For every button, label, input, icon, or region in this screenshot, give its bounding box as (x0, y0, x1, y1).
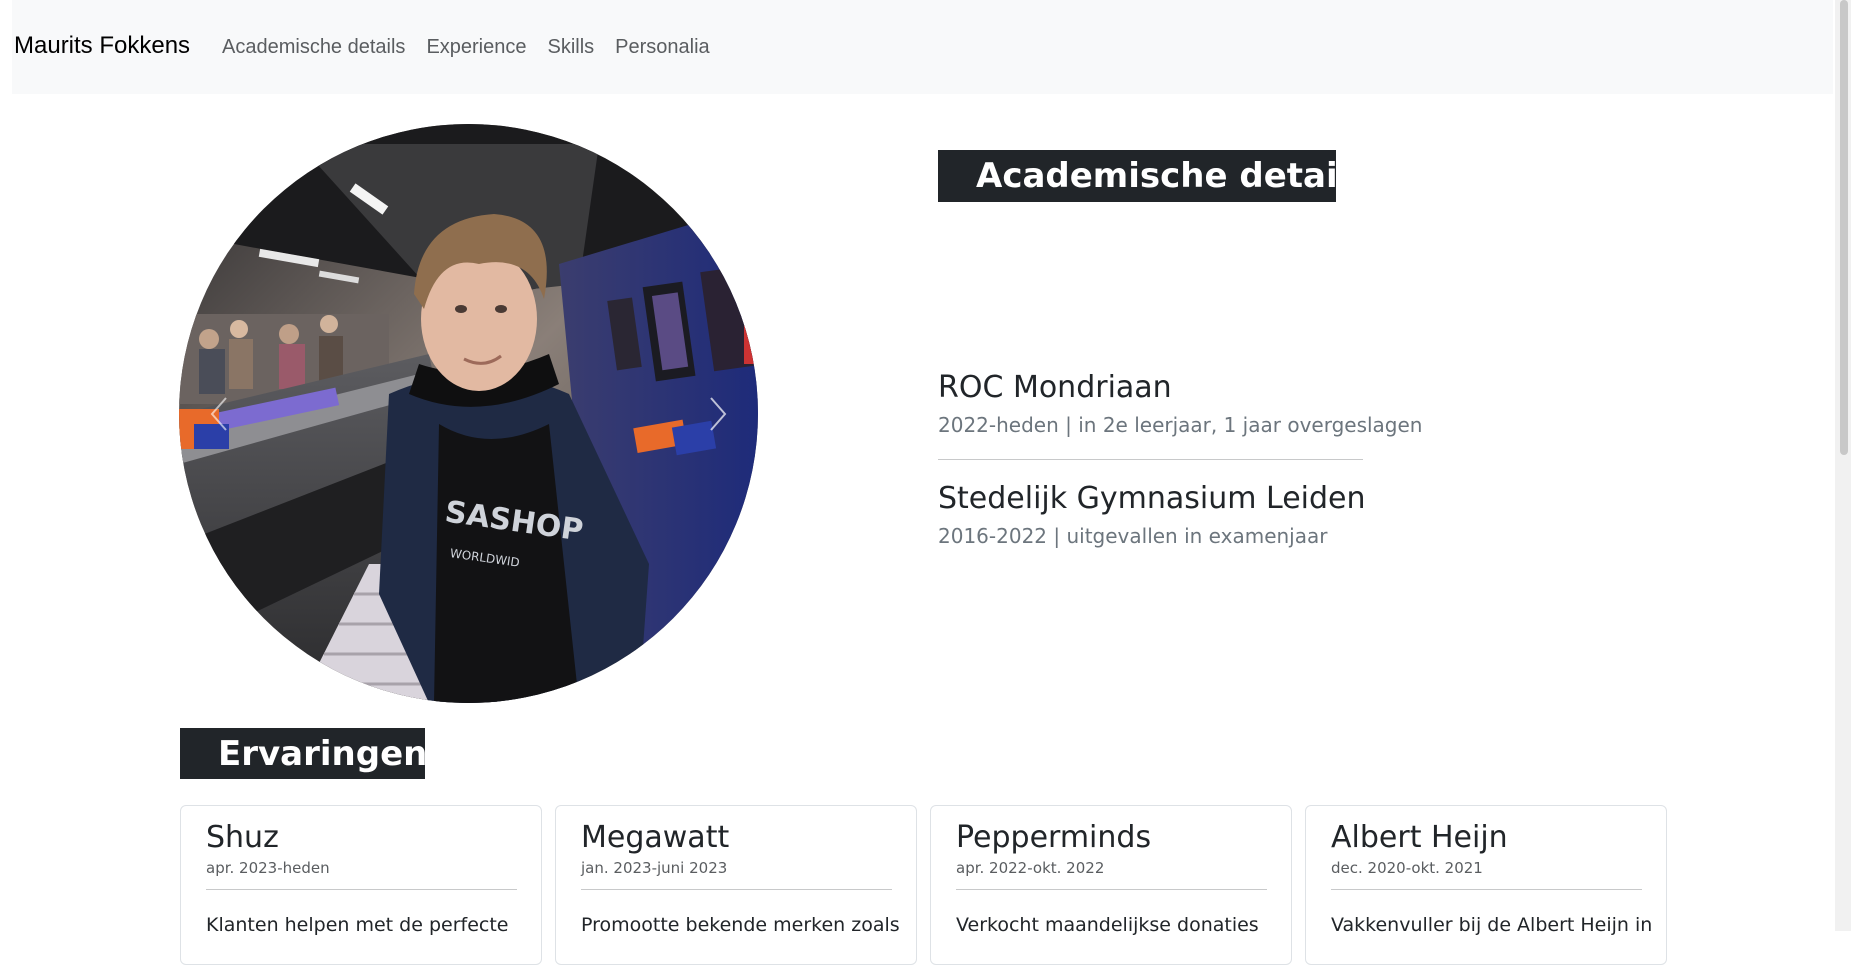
card-divider (206, 889, 517, 890)
education-item: Stedelijk Gymnasium Leiden 2016-2022 | u… (938, 481, 1366, 548)
nav-link-experience[interactable]: Experience (426, 36, 526, 59)
scrollbar-thumb[interactable] (1840, 0, 1848, 455)
experience-card: Shuz apr. 2023-heden Klanten helpen met … (180, 805, 542, 965)
carousel-next-button[interactable] (688, 374, 748, 454)
experience-card: Megawatt jan. 2023-juni 2023 Promootte b… (555, 805, 917, 965)
card-title: Pepperminds (956, 820, 1152, 855)
card-date: dec. 2020-okt. 2021 (1331, 859, 1483, 877)
card-text: Verkocht maandelijkse donaties (956, 914, 1259, 936)
chevron-right-icon (707, 396, 729, 432)
education-divider (938, 459, 1363, 460)
card-title: Megawatt (581, 820, 730, 855)
education-name: Stedelijk Gymnasium Leiden (938, 481, 1366, 516)
nav-link-personalia[interactable]: Personalia (615, 36, 710, 59)
card-title: Shuz (206, 820, 279, 855)
navbar: Maurits Fokkens Academische details Expe… (12, 0, 1833, 94)
photo-carousel: SASHOP WORLDWID (179, 124, 758, 703)
navbar-brand[interactable]: Maurits Fokkens (14, 32, 190, 60)
education-detail: 2022-heden | in 2e leerjaar, 1 jaar over… (938, 413, 1423, 437)
card-text: Promootte bekende merken zoals (581, 914, 900, 936)
card-divider (956, 889, 1267, 890)
profile-photo: SASHOP WORLDWID (179, 124, 758, 703)
experience-card: Albert Heijn dec. 2020-okt. 2021 Vakkenv… (1305, 805, 1667, 965)
experience-heading: Ervaringen (180, 728, 427, 779)
page-scrollbar[interactable] (1835, 0, 1851, 931)
carousel-prev-button[interactable] (189, 374, 249, 454)
card-date: jan. 2023-juni 2023 (581, 859, 728, 877)
nav-link-skills[interactable]: Skills (548, 36, 595, 59)
card-date: apr. 2023-heden (206, 859, 330, 877)
card-text: Klanten helpen met de perfecte (206, 914, 509, 936)
education-name: ROC Mondriaan (938, 370, 1172, 405)
academic-heading: Academische details (938, 150, 1370, 202)
card-title: Albert Heijn (1331, 820, 1508, 855)
nav-links: Academische details Experience Skills Pe… (222, 36, 731, 59)
education-detail: 2016-2022 | uitgevallen in examenjaar (938, 524, 1328, 548)
card-divider (581, 889, 892, 890)
experience-card: Pepperminds apr. 2022-okt. 2022 Verkocht… (930, 805, 1292, 965)
card-text: Vakkenvuller bij de Albert Heijn in (1331, 914, 1653, 936)
nav-link-academische-details[interactable]: Academische details (222, 36, 405, 59)
chevron-left-icon (208, 396, 230, 432)
card-date: apr. 2022-okt. 2022 (956, 859, 1105, 877)
card-divider (1331, 889, 1642, 890)
education-item: ROC Mondriaan 2022-heden | in 2e leerjaa… (938, 370, 1422, 437)
